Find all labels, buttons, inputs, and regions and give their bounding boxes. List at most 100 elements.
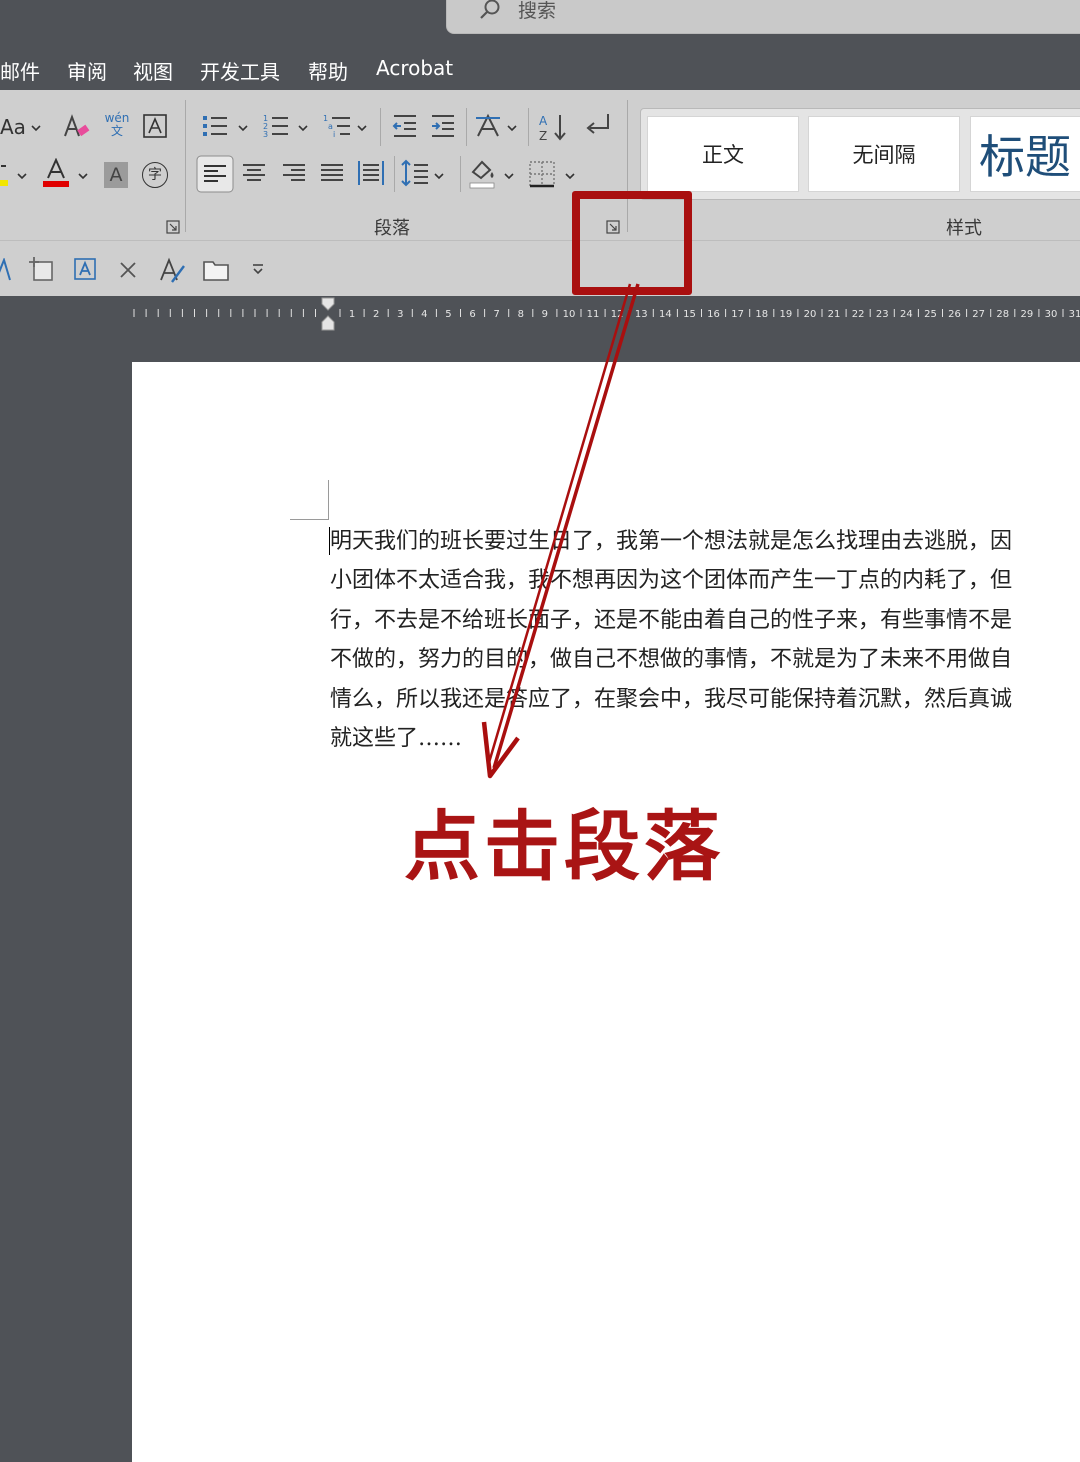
- ruler-number: 1: [349, 309, 355, 320]
- separator: [466, 108, 467, 146]
- tab-help[interactable]: 帮助: [308, 56, 348, 85]
- text-box-icon[interactable]: [72, 256, 98, 282]
- ruler-number: 18: [755, 309, 768, 320]
- annotation-highlight-box: [572, 191, 692, 295]
- first-line-indent-marker[interactable]: [321, 297, 335, 311]
- chevron-down-icon: [17, 173, 27, 180]
- tab-review[interactable]: 审阅: [67, 56, 107, 85]
- ruler-number: 23: [876, 309, 889, 320]
- ruler-number: 26: [948, 309, 961, 320]
- chevron-down-icon: [357, 125, 367, 132]
- align-left-button[interactable]: [196, 155, 234, 193]
- ruler-number: 14: [659, 309, 672, 320]
- increase-indent-icon[interactable]: [430, 113, 456, 139]
- margin-corner-mark: [328, 480, 329, 520]
- highlight-color-icon[interactable]: [0, 162, 10, 188]
- chevron-down-icon: [507, 125, 517, 132]
- ruler-number: 21: [828, 309, 841, 320]
- separator: [394, 156, 395, 192]
- ruler-number: 30: [1045, 309, 1058, 320]
- font-color-icon[interactable]: [42, 158, 70, 188]
- ruler-number: 17: [731, 309, 744, 320]
- document-line: 明天我们的班长要过生日了，我第一个想法就是怎么找理由去逃脱，因: [330, 529, 1013, 554]
- align-right-icon[interactable]: [280, 160, 308, 188]
- numbering-icon[interactable]: 123: [262, 112, 290, 140]
- decrease-indent-icon[interactable]: [392, 113, 418, 139]
- customize-toolbar-icon[interactable]: [250, 262, 266, 278]
- margin-corner-mark: [290, 519, 328, 520]
- ruler-number: 2: [373, 309, 379, 320]
- show-formatting-marks-icon[interactable]: [582, 112, 612, 140]
- annotation-arrow: [481, 283, 640, 779]
- document-line: 就这些了……: [330, 726, 463, 752]
- document-line: 小团体不太适合我，我不想再因为这个团体而产生一丁点的内耗了，但: [330, 568, 1013, 594]
- borders-icon[interactable]: [528, 160, 556, 188]
- tab-view[interactable]: 视图: [133, 56, 173, 85]
- chevron-down-icon: [31, 125, 41, 132]
- style-heading[interactable]: 标题: [970, 116, 1080, 192]
- ruler-number: 4: [421, 309, 427, 320]
- ruler-number: 3: [397, 309, 403, 320]
- text-effect-icon[interactable]: [0, 258, 12, 282]
- style-normal[interactable]: 正文: [647, 116, 799, 192]
- add-shape-icon[interactable]: [28, 256, 54, 282]
- search-placeholder: 搜索: [518, 0, 557, 22]
- align-center-icon[interactable]: [240, 160, 268, 188]
- ruler-number: 25: [924, 309, 937, 320]
- sort-icon[interactable]: A Z: [538, 112, 568, 142]
- chinese-layout-icon[interactable]: [474, 112, 502, 140]
- clear-formatting-icon[interactable]: [62, 112, 92, 142]
- document-body[interactable]: 明天我们的班长要过生日了，我第一个想法就是怎么找理由去逃脱，因 小团体不太适合我…: [330, 522, 1080, 758]
- svg-text:A: A: [539, 114, 548, 128]
- chevron-down-icon: [78, 173, 88, 180]
- folder-icon[interactable]: [202, 258, 230, 282]
- close-icon[interactable]: [118, 260, 138, 280]
- chevron-down-icon: [565, 173, 575, 180]
- ruler-number: 16: [707, 309, 720, 320]
- font-dialog-launcher-icon[interactable]: [166, 220, 180, 234]
- enclose-characters-button[interactable]: 字: [142, 162, 168, 188]
- ruler-number: 31: [1069, 309, 1080, 320]
- chevron-down-icon: [298, 125, 308, 132]
- annotation-label: 点击段落: [404, 802, 724, 891]
- chevron-down-icon: [238, 125, 248, 132]
- character-shading-button[interactable]: A: [104, 162, 128, 188]
- group-label-styles: 样式: [946, 218, 982, 239]
- ruler-left-ticks: [133, 309, 316, 317]
- search-icon: [480, 0, 500, 19]
- document-line: 不做的，努力的目的，做自己不想做的事情，不就是为了未来不用做自: [330, 647, 1013, 673]
- ruler-number: 20: [804, 309, 817, 320]
- line-spacing-icon[interactable]: [400, 158, 430, 188]
- phonetic-guide-button[interactable]: wén 文: [104, 112, 130, 138]
- ruler-number: 24: [900, 309, 913, 320]
- tab-developer[interactable]: 开发工具: [200, 56, 280, 85]
- ruler-number: 5: [445, 309, 451, 320]
- bullets-icon[interactable]: [201, 112, 229, 140]
- style-no-spacing-label: 无间隔: [852, 143, 916, 167]
- character-border-icon[interactable]: [142, 113, 168, 139]
- change-case-button[interactable]: Aa: [0, 115, 26, 139]
- shading-icon[interactable]: [468, 156, 498, 190]
- svg-text:Z: Z: [539, 129, 547, 142]
- ruler-number: 27: [972, 309, 985, 320]
- group-separator: [185, 100, 186, 232]
- ruler-number: 22: [852, 309, 865, 320]
- style-normal-label: 正文: [702, 143, 744, 167]
- phonetic-guide-bottom: 文: [110, 124, 123, 138]
- tab-acrobat[interactable]: Acrobat: [376, 56, 453, 80]
- ruler-numbers: 1 2 3 4 5 6 7 8 9 10 11 12 13 14 15 16 17 18 19 20 21 22 23 24 2…: [339, 309, 1080, 320]
- hanging-indent-marker[interactable]: [321, 315, 335, 331]
- style-no-spacing[interactable]: 无间隔: [808, 116, 960, 192]
- multilevel-list-icon[interactable]: 1ai: [322, 112, 352, 140]
- svg-text:3: 3: [263, 130, 268, 139]
- chevron-down-icon: [504, 173, 514, 180]
- text-cursor: [329, 527, 330, 555]
- format-painter-icon[interactable]: [158, 256, 186, 284]
- ribbon-tabs: 邮件 审阅 视图 开发工具 帮助 Acrobat: [0, 48, 1080, 90]
- justify-icon[interactable]: [318, 160, 346, 188]
- ruler-number: 29: [1020, 309, 1033, 320]
- tab-mailings[interactable]: 邮件: [0, 56, 40, 85]
- separator: [528, 108, 529, 146]
- group-label-paragraph: 段落: [374, 218, 410, 239]
- distributed-icon[interactable]: [356, 158, 386, 188]
